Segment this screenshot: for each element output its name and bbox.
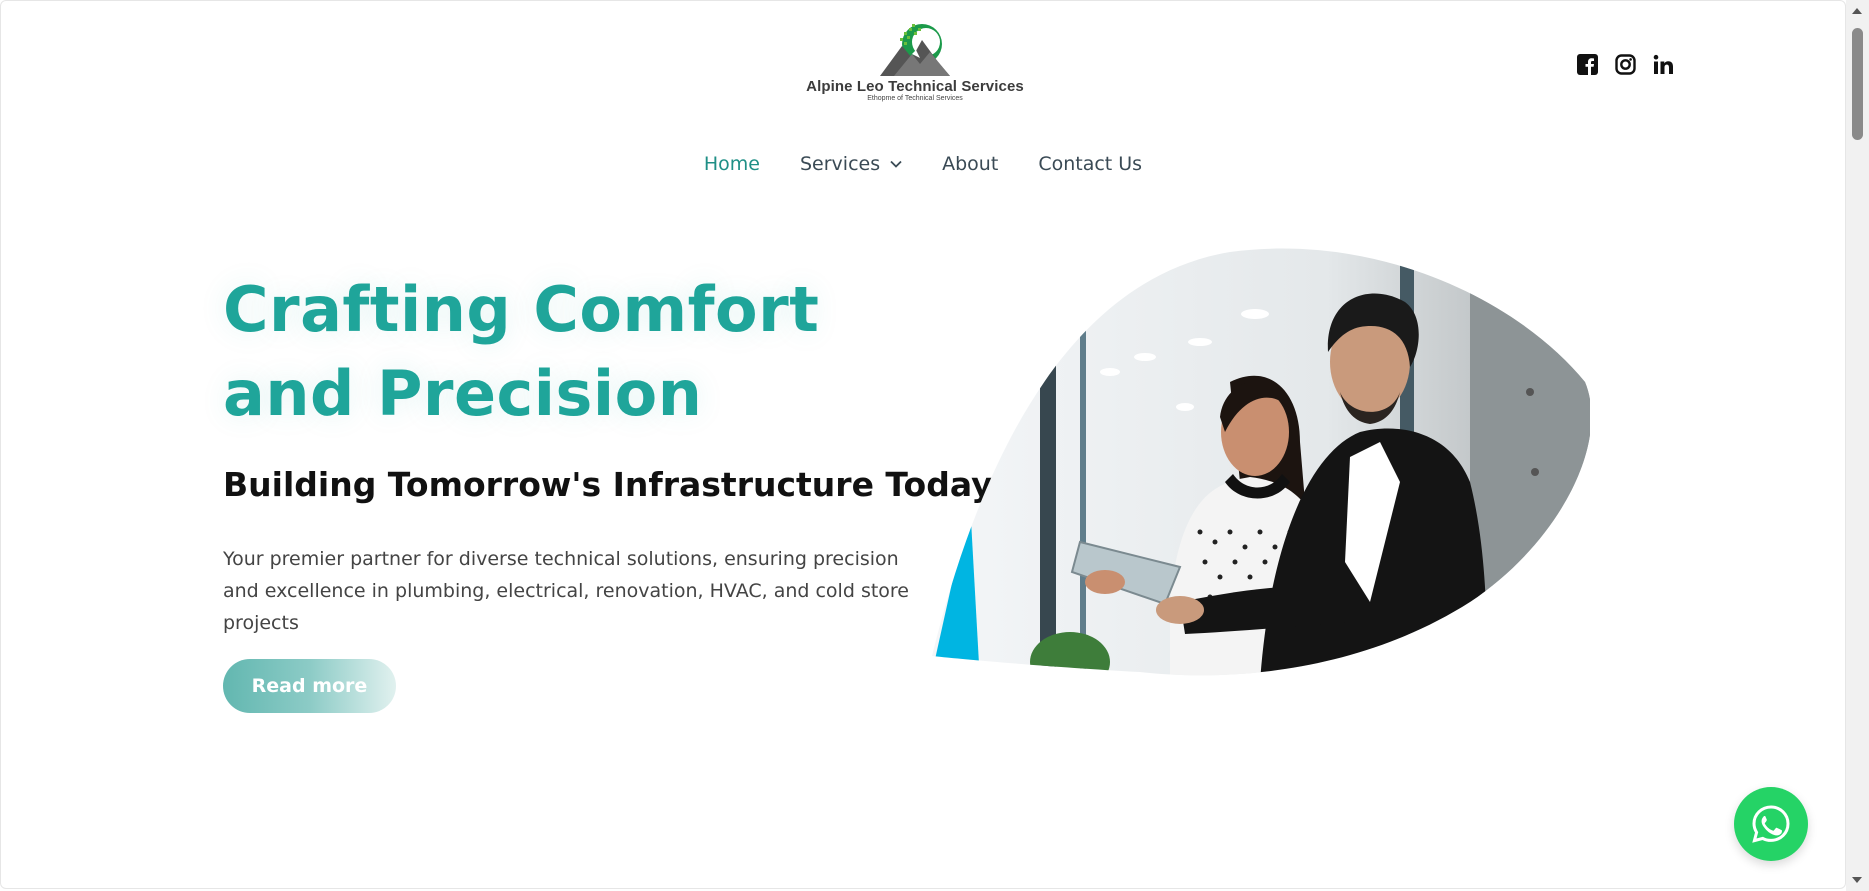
hero-subtitle: Building Tomorrow's Infrastructure Today <box>223 465 993 504</box>
scroll-down-icon[interactable] <box>1852 877 1862 883</box>
scroll-up-icon[interactable] <box>1852 8 1862 14</box>
whatsapp-button[interactable] <box>1734 787 1808 861</box>
nav-item-label: Home <box>703 153 760 175</box>
nav-item-label: Contact Us <box>1038 153 1143 175</box>
whatsapp-icon <box>1752 805 1790 843</box>
nav-item-services[interactable]: Services <box>800 153 902 175</box>
instagram-icon[interactable] <box>1614 53 1636 75</box>
hero-title: Crafting Comfort and Precision <box>223 273 820 430</box>
hero-image <box>930 242 1590 682</box>
nav-item-label: Services <box>800 153 881 175</box>
read-more-button[interactable]: Read more <box>223 659 396 713</box>
main-nav: Home Services About Contact Us <box>0 153 1846 175</box>
social-links <box>1576 53 1674 75</box>
nav-item-label: About <box>942 153 999 175</box>
scroll-thumb[interactable] <box>1852 28 1863 140</box>
page-scrollbar[interactable] <box>1846 0 1869 891</box>
brand-logo[interactable]: Alpine Leo Technical Services Ethopme of… <box>800 18 1030 108</box>
hero-description: Your premier partner for diverse technic… <box>223 548 909 634</box>
facebook-icon[interactable] <box>1576 53 1598 75</box>
chevron-down-icon <box>890 160 902 168</box>
nav-item-home[interactable]: Home <box>704 153 760 175</box>
logo-mark-icon <box>880 24 950 76</box>
brand-tagline: Ethopme of Technical Services <box>867 95 963 102</box>
nav-item-about[interactable]: About <box>942 153 998 175</box>
brand-name: Alpine Leo Technical Services <box>806 78 1024 95</box>
nav-item-contact-us[interactable]: Contact Us <box>1038 153 1142 175</box>
linkedin-icon[interactable] <box>1652 53 1674 75</box>
